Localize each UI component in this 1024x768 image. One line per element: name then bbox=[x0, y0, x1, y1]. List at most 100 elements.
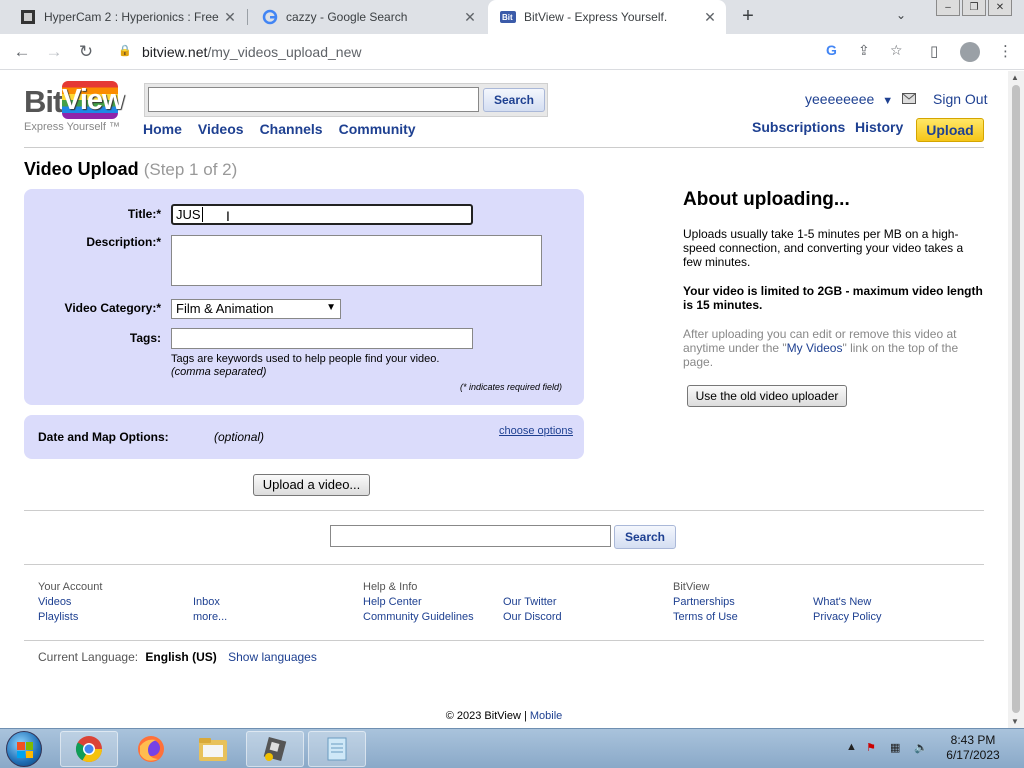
address-bar[interactable]: 🔒 bitview.net/my_videos_upload_new G ⇪ ☆ bbox=[106, 38, 918, 66]
logo-view-text: View bbox=[62, 81, 125, 119]
language-label: Current Language: bbox=[38, 650, 139, 664]
user-menu[interactable]: yeeeeeeee ▼ bbox=[805, 91, 893, 107]
close-window-icon[interactable]: ✕ bbox=[988, 0, 1012, 16]
footer-link-privacy[interactable]: Privacy Policy bbox=[813, 611, 881, 623]
footer-link-more[interactable]: more... bbox=[193, 611, 227, 623]
footer-link-terms[interactable]: Terms of Use bbox=[673, 611, 738, 623]
choose-options-link[interactable]: choose options bbox=[499, 425, 573, 437]
start-button[interactable] bbox=[6, 731, 42, 767]
tags-field[interactable] bbox=[171, 328, 473, 349]
clock[interactable]: 8:43 PM 6/17/2023 bbox=[938, 733, 1008, 763]
scroll-down-icon[interactable]: ▼ bbox=[1011, 717, 1019, 726]
nav-videos[interactable]: Videos bbox=[198, 121, 244, 137]
upload-button[interactable]: Upload bbox=[916, 118, 984, 142]
show-languages-link[interactable]: Show languages bbox=[228, 650, 317, 664]
tab-google-search[interactable]: cazzy - Google Search ✕ bbox=[250, 0, 486, 34]
side-panel-icon[interactable]: ▯ bbox=[930, 42, 938, 60]
main-nav: Home Videos Channels Community bbox=[143, 121, 416, 137]
url-host: bitview.net bbox=[142, 44, 208, 60]
footer-heading-bitview: BitView bbox=[673, 581, 710, 593]
about-p2: Your video is limited to 2GB - maximum v… bbox=[683, 284, 983, 312]
category-select[interactable]: Film & Animation ▼ bbox=[171, 299, 341, 319]
bitview-icon: Bit bbox=[500, 9, 516, 25]
inbox-mail-icon[interactable] bbox=[902, 93, 916, 107]
vertical-scrollbar[interactable]: ▲ ▼ bbox=[1008, 71, 1024, 728]
footer-search-input[interactable] bbox=[330, 525, 611, 547]
hypercam-icon bbox=[20, 9, 36, 25]
taskbar-notepad[interactable] bbox=[308, 731, 366, 767]
back-icon[interactable]: ← bbox=[10, 40, 34, 64]
taskbar-hypercam[interactable] bbox=[246, 731, 304, 767]
action-center-icon[interactable]: ⚑ bbox=[866, 741, 876, 754]
new-tab-icon[interactable]: + bbox=[736, 4, 760, 28]
footer-heading-help: Help & Info bbox=[363, 581, 418, 593]
tags-help-comma: (comma separated) bbox=[171, 366, 267, 378]
url-text: bitview.net/my_videos_upload_new bbox=[142, 44, 361, 60]
page-title-text: Video Upload bbox=[24, 159, 139, 179]
nav-community[interactable]: Community bbox=[339, 121, 416, 137]
close-icon[interactable]: ✕ bbox=[700, 9, 720, 26]
hypercam-icon bbox=[263, 737, 287, 761]
divider bbox=[24, 564, 984, 565]
profile-avatar-icon[interactable] bbox=[960, 42, 980, 62]
tags-label: Tags: bbox=[129, 331, 161, 345]
nav-home[interactable]: Home bbox=[143, 121, 182, 137]
nav-channels[interactable]: Channels bbox=[260, 121, 323, 137]
share-icon[interactable]: ⇪ bbox=[858, 42, 870, 59]
minimize-icon[interactable]: – bbox=[936, 0, 960, 16]
footer-link-guidelines[interactable]: Community Guidelines bbox=[363, 611, 474, 623]
taskbar-chrome[interactable] bbox=[60, 731, 118, 767]
reload-icon[interactable]: ↻ bbox=[74, 40, 98, 64]
upload-video-button[interactable]: Upload a video... bbox=[253, 474, 370, 496]
chevron-down-icon[interactable]: ⌄ bbox=[896, 8, 906, 22]
description-field[interactable] bbox=[171, 235, 542, 286]
close-icon[interactable]: ✕ bbox=[460, 9, 480, 26]
taskbar-firefox[interactable] bbox=[122, 731, 180, 767]
header-search-button[interactable]: Search bbox=[483, 88, 545, 112]
forward-icon[interactable]: → bbox=[42, 40, 66, 64]
url-path: /my_videos_upload_new bbox=[207, 44, 362, 60]
old-uploader-button[interactable]: Use the old video uploader bbox=[687, 385, 847, 407]
close-icon[interactable]: ✕ bbox=[220, 9, 240, 26]
my-videos-link[interactable]: My Videos bbox=[787, 341, 843, 355]
scroll-up-icon[interactable]: ▲ bbox=[1011, 73, 1019, 82]
windows-taskbar: ▲ ⚑ ▦ 🔈 8:43 PM 6/17/2023 bbox=[0, 728, 1024, 768]
taskbar-explorer[interactable] bbox=[184, 731, 242, 767]
show-hidden-icons-icon[interactable]: ▲ bbox=[846, 741, 857, 753]
language-row: Current Language: English (US) Show lang… bbox=[38, 650, 317, 664]
lock-icon: 🔒 bbox=[118, 45, 132, 57]
footer-link-videos[interactable]: Videos bbox=[38, 596, 71, 608]
restore-icon[interactable]: ❐ bbox=[962, 0, 986, 16]
footer-link-partnerships[interactable]: Partnerships bbox=[673, 596, 735, 608]
tab-bitview[interactable]: Bit BitView - Express Yourself. ✕ bbox=[488, 0, 726, 34]
browser-toolbar: ← → ↻ 🔒 bitview.net/my_videos_upload_new… bbox=[0, 34, 1024, 70]
title-field-value: JUS bbox=[176, 207, 201, 222]
header-search-input[interactable] bbox=[148, 87, 479, 112]
tab-hypercam[interactable]: HyperCam 2 : Hyperionics : Free ✕ bbox=[8, 0, 246, 34]
footer-link-twitter[interactable]: Our Twitter bbox=[503, 596, 557, 608]
title-field[interactable]: JUS bbox=[171, 204, 473, 225]
tab-separator bbox=[247, 9, 248, 25]
footer-link-whats-new[interactable]: What's New bbox=[813, 596, 871, 608]
tab-title: BitView - Express Yourself. bbox=[524, 10, 668, 24]
footer-link-inbox[interactable]: Inbox bbox=[193, 596, 220, 608]
sign-out-link[interactable]: Sign Out bbox=[933, 91, 987, 107]
network-icon[interactable]: ▦ bbox=[890, 741, 900, 754]
bookmark-star-icon[interactable]: ☆ bbox=[890, 42, 903, 59]
scrollbar-thumb[interactable] bbox=[1012, 85, 1020, 713]
footer-link-discord[interactable]: Our Discord bbox=[503, 611, 562, 623]
subscriptions-link[interactable]: Subscriptions bbox=[752, 119, 845, 135]
title-label: Title:* bbox=[127, 207, 161, 221]
notepad-icon bbox=[327, 737, 347, 761]
copyright: © 2023 BitView | Mobile bbox=[0, 710, 1008, 722]
google-lens-icon[interactable]: G bbox=[826, 42, 837, 58]
volume-icon[interactable]: 🔈 bbox=[914, 741, 928, 754]
bitview-logo[interactable]: Bit View bbox=[24, 81, 125, 123]
kebab-menu-icon[interactable]: ⋮ bbox=[998, 42, 1013, 60]
history-link[interactable]: History bbox=[855, 119, 903, 135]
footer-link-help-center[interactable]: Help Center bbox=[363, 596, 422, 608]
footer-link-playlists[interactable]: Playlists bbox=[38, 611, 78, 623]
footer-search-button[interactable]: Search bbox=[614, 525, 676, 549]
about-p1: Uploads usually take 1-5 minutes per MB … bbox=[683, 227, 964, 269]
mobile-link[interactable]: Mobile bbox=[530, 710, 562, 722]
